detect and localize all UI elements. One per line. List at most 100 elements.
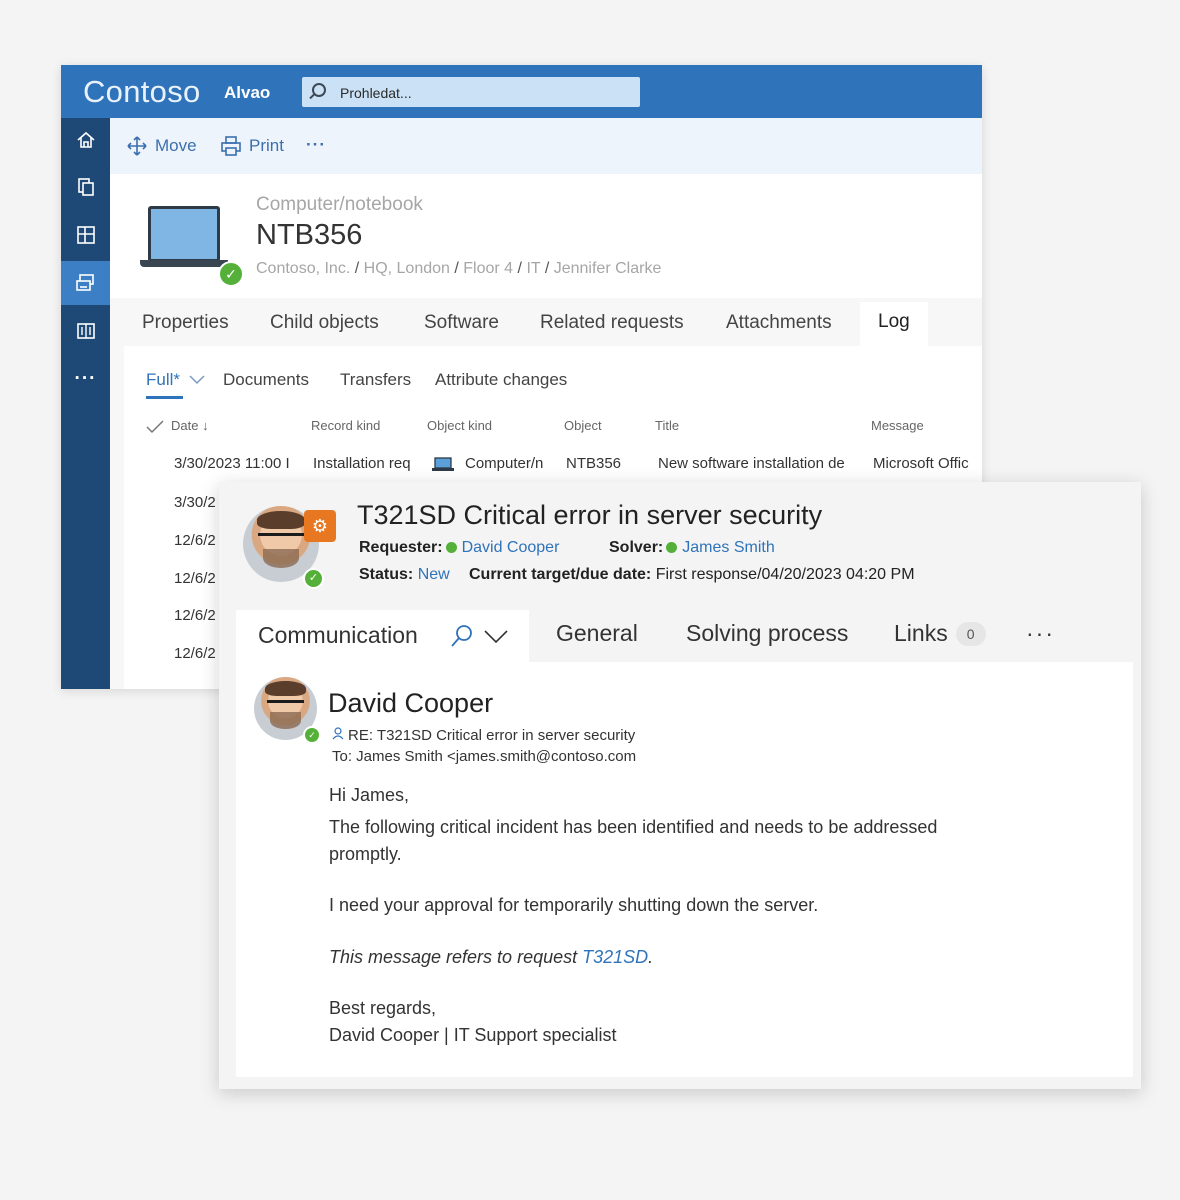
subtab-full[interactable]: Full*: [146, 370, 205, 390]
select-all-checkmark-icon[interactable]: [146, 420, 164, 434]
move-icon: [127, 136, 147, 156]
subject-text: RE: T321SD Critical error in server secu…: [348, 727, 636, 744]
breadcrumb-item[interactable]: Floor 4: [463, 260, 513, 277]
due-date-label: Current target/due date:: [469, 566, 652, 583]
subtab-full-label: Full*: [146, 370, 181, 389]
breadcrumb-item[interactable]: Jennifer Clarke: [554, 260, 662, 277]
solver-label: Solver:: [609, 539, 664, 556]
column-header-object-kind[interactable]: Object kind: [427, 418, 492, 433]
more-icon[interactable]: ···: [61, 357, 110, 401]
search-icon[interactable]: [450, 624, 474, 648]
brand-logo[interactable]: Contoso: [83, 74, 201, 110]
cell-object: NTB356: [566, 455, 622, 472]
subtab-documents[interactable]: Documents: [223, 370, 309, 390]
move-label: Move: [155, 136, 197, 155]
column-header-object[interactable]: Object: [564, 418, 602, 433]
table-row[interactable]: 12/6/2: [174, 532, 219, 549]
toolbar-more-button[interactable]: ···: [306, 135, 326, 155]
solver-link[interactable]: James Smith: [682, 539, 774, 556]
active-subtab-indicator: [146, 396, 183, 399]
subtab-transfers[interactable]: Transfers: [340, 370, 411, 390]
message-recipient: To: James Smith <james.smith@contoso.com: [332, 748, 637, 765]
sidebar-item-dashboard[interactable]: [61, 213, 110, 257]
top-bar: Contoso Alvao: [61, 65, 982, 118]
reference-text: This message refers to request: [329, 947, 583, 967]
breadcrumb-separator: /: [517, 260, 522, 277]
object-header: ✓ Computer/notebook NTB356 Contoso, Inc.…: [110, 174, 982, 298]
dashboard-icon: [76, 226, 95, 244]
breadcrumb-item[interactable]: Contoso, Inc.: [256, 260, 350, 277]
tab-related-requests[interactable]: Related requests: [540, 312, 684, 334]
message-reference: This message refers to request T321SD.: [329, 944, 653, 971]
column-header-message[interactable]: Message: [871, 418, 924, 433]
tabs-more-button[interactable]: ···: [1026, 620, 1055, 647]
online-status-icon: ✓: [303, 726, 321, 744]
sidebar-item-home[interactable]: [61, 118, 110, 162]
status-value[interactable]: New: [418, 566, 450, 583]
status-ok-icon: ✓: [218, 261, 244, 287]
tab-child-objects[interactable]: Child objects: [270, 312, 379, 334]
cell-record-kind: Installation req: [313, 455, 411, 472]
sidebar: ···: [61, 118, 110, 689]
tab-properties[interactable]: Properties: [142, 312, 229, 334]
request-window: ✓ ⚙ T321SD Critical error in server secu…: [219, 482, 1141, 1089]
tab-attachments[interactable]: Attachments: [726, 312, 832, 334]
sidebar-item-assets[interactable]: [61, 261, 110, 305]
status-field: Status: New: [359, 566, 450, 584]
search-box[interactable]: [302, 77, 640, 107]
message-paragraph: The following critical incident has been…: [329, 817, 938, 864]
message-closing: Best regards,: [329, 998, 437, 1018]
tab-communication-label: Communication: [258, 622, 418, 648]
tab-communication[interactable]: Communication: [236, 610, 529, 662]
breadcrumb-item[interactable]: IT: [526, 260, 540, 277]
sidebar-item-documents[interactable]: [61, 165, 110, 209]
sender-name: David Cooper: [328, 688, 494, 718]
column-header-title[interactable]: Title: [655, 418, 679, 433]
request-tabs: Communication General Solving process Li…: [236, 610, 1133, 662]
message-greeting: Hi James,: [329, 785, 410, 805]
column-header-record-kind[interactable]: Record kind: [311, 418, 380, 433]
table-row[interactable]: 12/6/2: [174, 607, 219, 624]
print-label: Print: [249, 136, 284, 155]
tab-software[interactable]: Software: [424, 312, 499, 334]
requester-field: Requester: David Cooper: [359, 539, 559, 557]
search-icon: [312, 83, 326, 97]
due-date-field: Current target/due date: First response/…: [469, 566, 915, 584]
tab-links[interactable]: Links 0: [894, 620, 986, 648]
tab-general[interactable]: General: [556, 620, 638, 647]
column-header-date[interactable]: Date ↓: [171, 418, 209, 433]
request-type-icon: ⚙: [304, 510, 336, 542]
search-input[interactable]: [338, 82, 622, 104]
home-icon: [76, 131, 95, 148]
move-button[interactable]: Move: [126, 135, 197, 157]
subtab-attribute-changes[interactable]: Attribute changes: [435, 370, 567, 390]
breadcrumb-item[interactable]: HQ, London: [364, 260, 450, 277]
breadcrumb-separator: /: [354, 260, 360, 277]
message-panel: ✓ David Cooper RE: T321SD Critical error…: [236, 662, 1133, 1077]
laptop-icon: ✓: [140, 204, 244, 287]
tab-links-label: Links: [894, 620, 948, 646]
requester-link[interactable]: David Cooper: [462, 539, 560, 556]
sidebar-item-library[interactable]: [61, 309, 110, 353]
product-name: Alvao: [224, 83, 271, 102]
tab-solving-process[interactable]: Solving process: [686, 620, 848, 647]
chevron-down-icon: [189, 375, 205, 385]
request-link[interactable]: T321SD: [582, 947, 648, 967]
breadcrumb-separator: /: [544, 260, 550, 277]
print-button[interactable]: Print: [220, 135, 284, 157]
cell-message: Microsoft Offic: [873, 455, 969, 472]
table-row[interactable]: 12/6/2: [174, 570, 219, 587]
message-paragraph: I need your approval for temporarily shu…: [329, 895, 819, 915]
object-tabs: Properties Child objects Software Relate…: [124, 298, 982, 346]
assets-icon: [75, 274, 94, 291]
sort-down-arrow-icon: ↓: [202, 418, 209, 433]
copy-icon: [77, 178, 94, 196]
table-row[interactable]: 3/30/2: [174, 494, 219, 511]
chevron-down-icon[interactable]: [484, 630, 508, 644]
tab-log[interactable]: Log: [860, 302, 928, 346]
table-row[interactable]: 12/6/2: [174, 645, 219, 662]
online-dot-icon: [666, 542, 678, 553]
cell-object-kind: Computer/n: [465, 455, 544, 472]
cell-title: New software installation de: [658, 455, 845, 472]
breadcrumb: Contoso, Inc. / HQ, London / Floor 4 / I…: [256, 260, 661, 278]
